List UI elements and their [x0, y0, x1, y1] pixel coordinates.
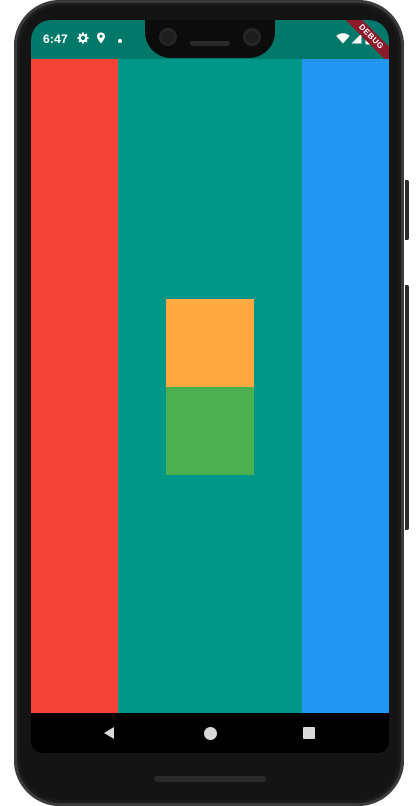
navigation-bar [31, 713, 389, 753]
orange-box [166, 299, 254, 387]
camera-notch [145, 20, 275, 58]
front-camera-icon [243, 28, 261, 46]
device-screen: 6:47 DEBUG [31, 20, 389, 753]
bottom-speaker-grille [154, 776, 266, 782]
back-icon [104, 727, 114, 739]
power-button[interactable] [405, 180, 409, 240]
green-box [166, 387, 254, 475]
app-body [31, 59, 389, 713]
wifi-icon [336, 33, 350, 47]
volume-rocker[interactable] [405, 285, 409, 530]
status-bar: 6:47 DEBUG [31, 20, 389, 70]
dot-icon [117, 35, 123, 47]
recents-icon [303, 727, 315, 739]
red-column [31, 59, 118, 713]
gear-icon [77, 32, 89, 47]
home-button[interactable] [200, 723, 220, 743]
location-pin-icon [96, 32, 106, 47]
back-button[interactable] [99, 723, 119, 743]
teal-column [118, 59, 302, 713]
earpiece-speaker [190, 41, 230, 46]
blue-column [302, 59, 389, 713]
front-camera-icon [159, 28, 177, 46]
status-time: 6:47 [43, 32, 68, 46]
recents-button[interactable] [299, 723, 319, 743]
home-icon [203, 726, 217, 740]
